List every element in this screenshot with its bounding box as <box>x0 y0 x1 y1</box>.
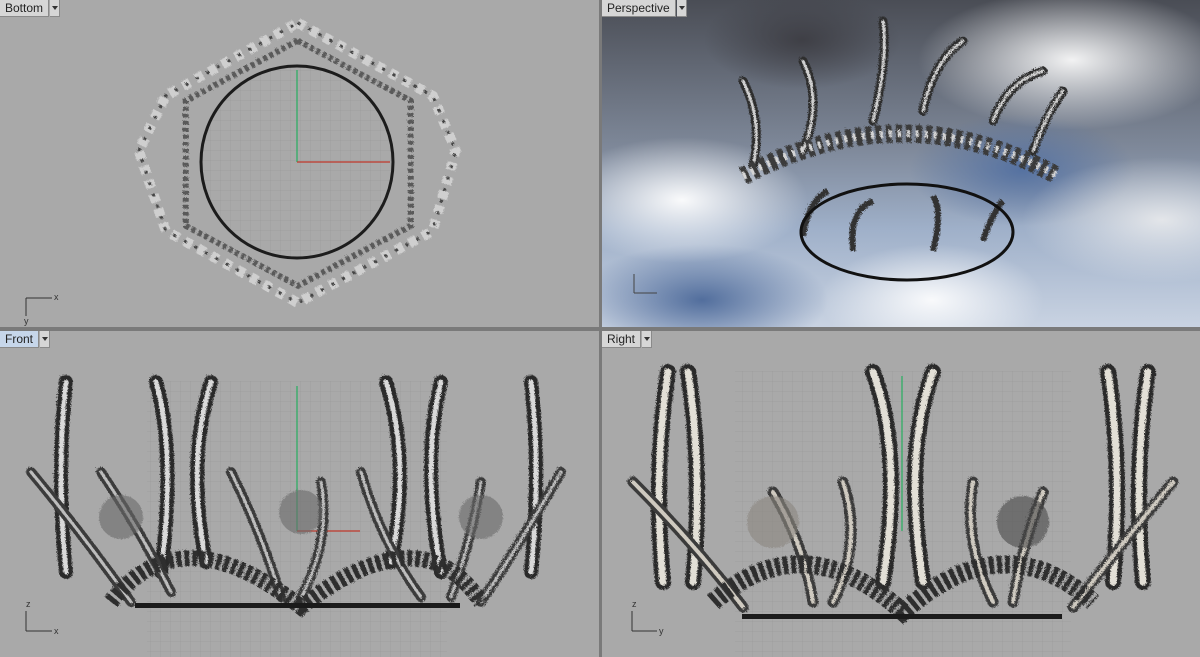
viewport-title-front[interactable]: Front <box>0 331 51 348</box>
chevron-down-icon[interactable] <box>676 0 687 17</box>
viewport-name[interactable]: Bottom <box>0 0 50 17</box>
axis-z-label: z <box>632 599 637 609</box>
viewport-bottom[interactable]: Bottom x y <box>0 0 599 327</box>
axis-y-label: y <box>24 316 29 326</box>
front-view-canvas[interactable]: z x <box>0 331 599 657</box>
viewport-right[interactable]: Right z y <box>602 331 1200 657</box>
crown-base-band <box>742 614 1062 619</box>
axis-x-label: x <box>54 626 59 636</box>
viewport-title-bottom[interactable]: Bottom <box>0 0 61 17</box>
axis-x-label: x <box>54 292 59 302</box>
viewport-name[interactable]: Right <box>602 331 642 348</box>
bottom-view-canvas[interactable]: x y <box>0 0 599 327</box>
axis-indicator <box>25 611 52 632</box>
crown-perspective-model[interactable] <box>737 15 1067 251</box>
viewport-title-right[interactable]: Right <box>602 331 653 348</box>
viewport-name[interactable]: Front <box>0 331 40 348</box>
viewport-name[interactable]: Perspective <box>602 0 676 17</box>
axis-indicator <box>631 611 657 632</box>
axis-y-label: y <box>659 626 664 636</box>
viewport-front[interactable]: Front z x <box>0 331 599 657</box>
crown-base-ring <box>799 182 1015 282</box>
axis-z-label: z <box>26 599 31 609</box>
viewport-title-perspective[interactable]: Perspective <box>602 0 687 17</box>
viewport-layout: Bottom x y Perspective Front z x Right z… <box>0 0 1200 657</box>
axis-indicator <box>25 297 52 316</box>
chevron-down-icon[interactable] <box>40 331 51 348</box>
axis-indicator <box>633 274 657 294</box>
crown-base-band <box>135 603 460 608</box>
viewport-perspective[interactable]: Perspective <box>602 0 1200 327</box>
right-view-canvas[interactable]: z y <box>602 331 1200 657</box>
perspective-view-canvas[interactable] <box>602 0 1200 327</box>
chevron-down-icon[interactable] <box>50 0 61 17</box>
chevron-down-icon[interactable] <box>642 331 653 348</box>
